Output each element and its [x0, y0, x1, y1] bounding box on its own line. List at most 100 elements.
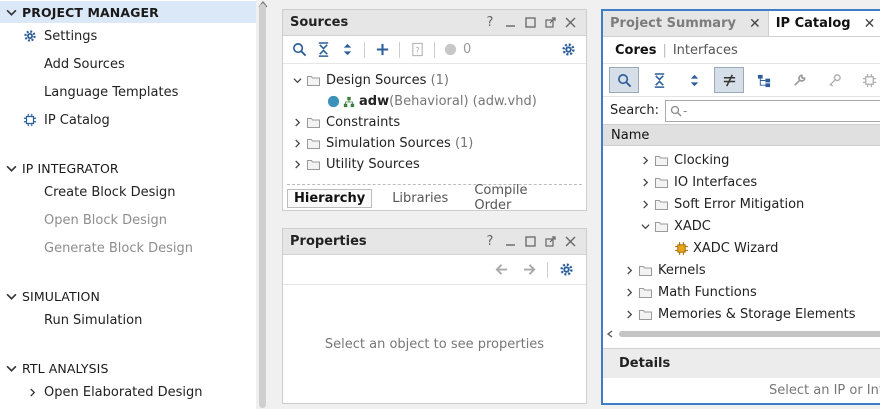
search-button[interactable] [287, 39, 311, 61]
close-button[interactable] [560, 13, 580, 33]
chevron-down-icon[interactable] [0, 357, 22, 379]
tree-node-xadc[interactable]: XADC [639, 216, 711, 237]
scrollbar-thumb[interactable] [259, 4, 266, 408]
license-button[interactable] [819, 67, 849, 93]
chevron-right-icon[interactable] [291, 159, 303, 171]
help-button[interactable]: ? [480, 13, 500, 33]
chevron-right-icon[interactable] [291, 138, 303, 150]
flow-item-language-templates[interactable]: Language Templates [44, 82, 178, 102]
filter-button[interactable] [714, 67, 744, 93]
folder-icon [639, 288, 652, 298]
tree-node-soft-error-mitigation[interactable]: Soft Error Mitigation [639, 194, 804, 215]
expand-all-button[interactable] [679, 67, 709, 93]
settings-button[interactable] [552, 260, 580, 280]
tree-node-count: (1) [430, 73, 450, 88]
collapse-all-button[interactable] [644, 67, 674, 93]
section-simulation[interactable]: SIMULATION [0, 285, 100, 307]
chevron-down-icon[interactable] [291, 75, 303, 87]
ip-settings-button[interactable] [854, 67, 880, 93]
flow-item-settings[interactable]: Settings [24, 26, 98, 46]
collapse-all-icon [318, 42, 328, 57]
tree-node-simulation-sources[interactable]: Simulation Sources (1) [291, 133, 473, 154]
pane-title: Properties [290, 234, 367, 249]
chevron-right-icon[interactable] [24, 384, 40, 400]
chevron-down-icon[interactable] [0, 157, 22, 179]
tree-node-label: Memories & Storage Elements [658, 307, 856, 322]
tree-node-design-sources[interactable]: Design Sources (1) [291, 70, 449, 91]
tab-ip-catalog[interactable]: IP Catalog ✕ [768, 11, 880, 36]
collapse-all-button[interactable] [311, 39, 335, 61]
flow-item-open-block-design[interactable]: Open Block Design [44, 210, 167, 230]
tree-node-label: Math Functions [658, 285, 757, 300]
search-toggle-button[interactable] [609, 67, 639, 93]
section-rtl-analysis[interactable]: RTL ANALYSIS [0, 357, 109, 379]
tree-node-adw[interactable]: adw (Behavioral) (adw.vhd) [327, 91, 537, 112]
expand-all-button[interactable] [335, 39, 359, 61]
close-tab-button[interactable]: ✕ [864, 16, 876, 32]
chevron-down-icon[interactable] [639, 221, 651, 233]
minimize-button[interactable] [500, 13, 520, 33]
back-button[interactable] [487, 260, 515, 280]
chevron-right-icon[interactable] [291, 117, 303, 129]
column-header-name[interactable]: Name [603, 124, 880, 146]
customize-ip-button[interactable] [784, 67, 814, 93]
tree-node-clocking[interactable]: Clocking [639, 150, 729, 171]
close-button[interactable] [560, 232, 580, 252]
section-ip-integrator[interactable]: IP INTEGRATOR [0, 157, 119, 179]
tab-hierarchy[interactable]: Hierarchy [287, 188, 373, 208]
chevron-right-icon[interactable] [639, 199, 651, 211]
section-project-manager[interactable]: PROJECT MANAGER [0, 1, 256, 23]
module-detail: (Behavioral) (adw.vhd) [389, 94, 537, 109]
chevron-right-icon[interactable] [623, 309, 635, 321]
tree-node-utility-sources[interactable]: Utility Sources [291, 154, 420, 175]
flow-item-label: Settings [44, 28, 98, 44]
tree-node-kernels[interactable]: Kernels [623, 260, 706, 281]
help-button[interactable]: ? [480, 232, 500, 252]
tree-node-constraints[interactable]: Constraints [291, 112, 400, 133]
folder-icon [655, 178, 668, 188]
float-button[interactable] [540, 232, 560, 252]
maximize-button[interactable] [520, 13, 540, 33]
scrollbar-thumb[interactable] [619, 331, 880, 337]
tree-node-io-interfaces[interactable]: IO Interfaces [639, 172, 757, 193]
filter-icon [723, 74, 735, 86]
tree-node-math-functions[interactable]: Math Functions [623, 282, 757, 303]
float-button[interactable] [540, 13, 560, 33]
flow-item-open-elaborated-design[interactable]: Open Elaborated Design [29, 382, 203, 402]
source-file-properties-button[interactable]: ? [405, 39, 429, 61]
gear-icon [559, 263, 573, 276]
flow-item-add-sources[interactable]: Add Sources [44, 54, 125, 74]
hierarchy-view-button[interactable] [749, 67, 779, 93]
flow-item-generate-block-design[interactable]: Generate Block Design [44, 238, 193, 258]
details-section-header[interactable]: Details [603, 348, 880, 378]
flow-navigator-scrollbar[interactable] [256, 0, 270, 409]
chevron-right-icon[interactable] [639, 177, 651, 189]
chevron-right-icon[interactable] [639, 155, 651, 167]
scroll-left-arrow-icon[interactable] [606, 330, 614, 338]
flow-item-run-simulation[interactable]: Run Simulation [44, 310, 142, 330]
tree-node-xadc-wizard[interactable]: XADC Wizard [675, 238, 778, 259]
chevron-down-icon[interactable] [0, 285, 22, 307]
flow-item-create-block-design[interactable]: Create Block Design [44, 182, 176, 202]
chevron-right-icon[interactable] [623, 287, 635, 299]
ip-search-input[interactable]: - [665, 99, 880, 122]
add-sources-button[interactable] [370, 39, 394, 61]
maximize-button[interactable] [520, 232, 540, 252]
ip-catalog-tree: Clocking IO Interfaces Soft Error Mitiga… [603, 146, 880, 330]
tab-libraries[interactable]: Libraries [386, 189, 454, 208]
tab-project-summary[interactable]: Project Summary ✕ [603, 11, 769, 36]
minimize-button[interactable] [500, 232, 520, 252]
tab-cores[interactable]: Cores [615, 43, 656, 58]
tab-interfaces[interactable]: Interfaces [673, 43, 738, 58]
chevron-right-icon[interactable] [623, 265, 635, 277]
unsaved-indicator: 0 [440, 39, 475, 61]
close-tab-button[interactable]: ✕ [749, 16, 761, 32]
ip-tree-horizontal-scrollbar[interactable] [603, 329, 880, 339]
chevron-down-icon[interactable] [0, 1, 22, 23]
tree-node-memories-storage[interactable]: Memories & Storage Elements [623, 304, 856, 325]
tab-compile-order[interactable]: Compile Order [468, 183, 572, 213]
settings-button[interactable] [556, 39, 580, 61]
flow-item-label: Open Elaborated Design [44, 384, 203, 400]
flow-item-ip-catalog[interactable]: IP Catalog [23, 110, 110, 130]
forward-button[interactable] [515, 260, 543, 280]
